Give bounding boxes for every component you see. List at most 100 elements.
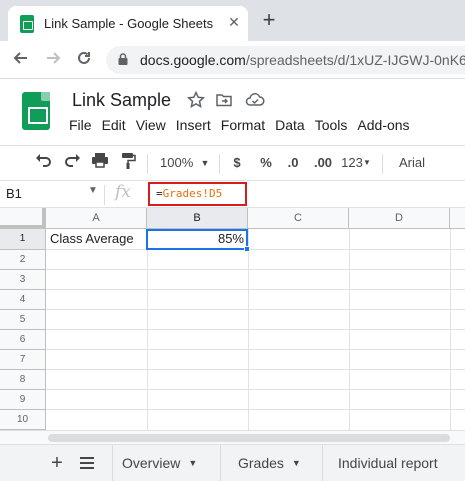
all-sheets-menu-icon[interactable] [80,457,94,469]
paint-format-icon[interactable] [118,152,138,174]
menu-bar: File Edit View Insert Format Data Tools … [64,116,415,138]
formula-reference: Grades!D5 [162,187,223,200]
increase-decimal-button[interactable]: .00 [312,152,334,174]
gridline [46,249,465,250]
gridline [46,309,465,310]
star-icon[interactable] [186,90,206,111]
menu-edit[interactable]: Edit [97,116,131,138]
undo-icon[interactable] [34,152,54,174]
gridline [46,389,465,390]
name-box-dropdown-icon[interactable]: ▼ [88,185,98,196]
row-header-8[interactable]: 8 [0,370,46,390]
formula-bar-divider [104,185,105,205]
spreadsheet-grid[interactable]: A B C D 1 2 3 4 5 6 7 8 9 10 Class Avera… [0,208,465,430]
gridline [46,409,465,410]
menu-insert[interactable]: Insert [171,116,216,138]
cell-a1[interactable]: Class Average [50,229,146,249]
gridline [147,229,148,430]
address-bar[interactable]: docs.google.com/spreadsheets/d/1xUZ-IJGW… [106,46,465,74]
sheet-tab-grades[interactable]: Grades ▼ [220,445,322,481]
select-all-corner[interactable] [0,208,46,229]
menu-format[interactable]: Format [216,116,270,138]
more-formats-button[interactable]: 123 [341,152,363,174]
gridline [46,369,465,370]
formula-highlight-box: =Grades!D5 [148,182,247,206]
column-header-d[interactable]: D [349,208,450,229]
fx-icon: fx [115,182,131,202]
back-arrow-icon[interactable] [10,49,32,71]
sheet-tab-label: Grades [238,455,284,471]
row-header-5[interactable]: 5 [0,310,46,330]
toolbar-divider [382,154,383,174]
row-header-9[interactable]: 9 [0,390,46,410]
decrease-decimal-button[interactable]: .0 [284,152,302,174]
print-icon[interactable] [90,152,110,174]
add-sheet-button[interactable]: + [48,453,66,473]
formatting-toolbar: 100% ▼ $ % .0 .00 123 ▼ Arial [0,145,465,181]
formula-bar: B1 ▼ fx =Grades!D5 [0,181,465,208]
gridline [46,329,465,330]
column-header-c[interactable]: C [248,208,349,229]
redo-icon[interactable] [62,152,82,174]
lock-icon [118,53,128,65]
column-header-partial[interactable] [450,208,465,229]
chevron-down-icon[interactable]: ▼ [292,458,301,468]
row-header-2[interactable]: 2 [0,250,46,270]
move-folder-icon[interactable] [214,91,234,111]
column-header-a[interactable]: A [46,208,147,229]
row-header-1[interactable]: 1 [0,229,46,250]
fill-handle[interactable] [244,246,250,252]
url-path: /spreadsheets/d/1xUZ-IJGWJ-0nK6t [245,52,465,68]
menu-view[interactable]: View [131,116,171,138]
sheets-logo[interactable] [22,92,50,130]
row-header-4[interactable]: 4 [0,290,46,310]
toolbar-divider [147,154,148,174]
new-tab-button[interactable]: + [258,9,280,32]
chevron-down-icon[interactable]: ▼ [188,458,197,468]
column-header-b[interactable]: B [147,208,248,229]
sheets-favicon-icon [20,15,34,33]
menu-file[interactable]: File [64,116,97,138]
zoom-select[interactable]: 100% [160,152,193,174]
gridline [450,229,451,430]
font-select[interactable]: Arial [397,152,427,174]
menu-add-ons[interactable]: Add-ons [352,116,414,138]
scrollbar-thumb[interactable] [48,434,450,442]
sheet-tab-bar: + Overview ▼ Grades ▼ Individual report [0,444,465,481]
currency-format-button[interactable]: $ [231,152,243,174]
row-header-7[interactable]: 7 [0,350,46,370]
gridline [349,229,350,430]
reload-icon[interactable] [73,49,95,71]
cloud-status-icon[interactable] [245,91,265,111]
gridline [46,269,465,270]
browser-toolbar: docs.google.com/spreadsheets/d/1xUZ-IJGW… [0,41,465,79]
document-title[interactable]: Link Sample [72,90,171,111]
sheet-tab-label: Individual report [338,455,438,471]
url-text: docs.google.com/spreadsheets/d/1xUZ-IJGW… [140,52,465,68]
sheet-tab-label: Overview [122,455,181,471]
sheet-tab-overview[interactable]: Overview ▼ [112,445,220,481]
gridline [248,229,249,430]
zoom-dropdown-icon[interactable]: ▼ [200,152,210,174]
tab-title: Link Sample - Google Sheets [44,16,214,31]
active-cell-selection [146,229,248,250]
more-formats-dropdown-icon[interactable]: ▼ [363,152,371,174]
sheet-tab-individual-report[interactable]: Individual report [322,445,465,481]
formula-input[interactable]: =Grades!D5 [156,187,222,200]
browser-tab[interactable]: Link Sample - Google Sheets ✕ [8,6,248,41]
forward-arrow-icon[interactable] [42,49,64,71]
menu-data[interactable]: Data [270,116,310,138]
gridline [46,289,465,290]
percent-format-button[interactable]: % [258,152,274,174]
horizontal-scrollbar[interactable] [0,430,465,444]
row-header-6[interactable]: 6 [0,330,46,350]
close-tab-icon[interactable]: ✕ [226,14,242,30]
formula-equals: = [156,187,163,200]
url-host: docs.google.com [140,52,246,68]
name-box[interactable]: B1 [6,186,22,201]
toolbar-divider [219,154,220,174]
row-header-10[interactable]: 10 [0,410,46,430]
menu-tools[interactable]: Tools [310,116,353,138]
browser-tab-strip: Link Sample - Google Sheets ✕ + [0,0,465,41]
row-header-3[interactable]: 3 [0,270,46,290]
